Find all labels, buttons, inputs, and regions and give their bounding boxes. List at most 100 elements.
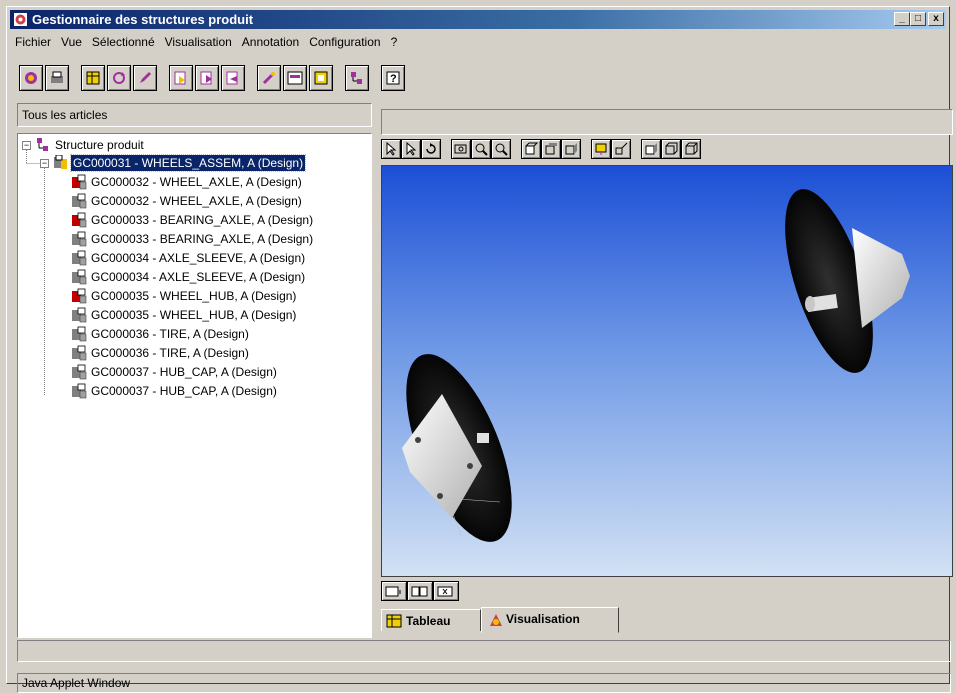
tree-item[interactable]: GC000036 - TIRE, A (Design) [70,326,370,342]
cursor-plus-icon [406,142,417,156]
visualisation-icon [490,614,502,626]
printer-icon [51,71,63,83]
main-toolbar: ? [19,65,939,97]
hidden-line-tool-button[interactable] [681,139,701,159]
wheel-model-render [402,189,910,542]
product-structure-tree[interactable]: − Structure produit − GC000031 - WHEELS_… [17,133,372,638]
tree-item[interactable]: GC000035 - WHEEL_HUB, A (Design) [70,307,370,323]
close-view-icon [437,586,453,597]
structure-tool-button[interactable] [345,65,369,91]
tree-item[interactable]: GC000034 - AXLE_SLEEVE, A (Design) [70,269,370,285]
print-tool-button[interactable] [45,65,69,91]
cube-shaded-icon [645,143,657,155]
wireframe-tool-button[interactable] [661,139,681,159]
edit-tool-button[interactable] [133,65,157,91]
menu-configuration[interactable]: Configuration [304,32,385,52]
menu-visualisation[interactable]: Visualisation [160,32,237,52]
tree-item[interactable]: GC000032 - WHEEL_AXLE, A (Design) [70,193,370,209]
structure-icon [351,72,362,84]
tree-item[interactable]: GC000033 - BEARING_AXLE, A (Design) [70,212,370,228]
svg-text:?: ? [390,73,397,85]
tree-item-label: GC000032 - WHEEL_AXLE, A (Design) [91,175,302,189]
check-in-tool-button[interactable] [169,65,193,91]
tree-item-label: GC000034 - AXLE_SLEEVE, A (Design) [91,251,306,265]
measure-icon [615,142,628,155]
zoom-fit-icon [495,143,508,156]
menu-annotation[interactable]: Annotation [237,32,304,52]
fit-window-button[interactable] [381,581,407,601]
tab-visualisation[interactable]: Visualisation [481,607,619,633]
select-tool-button[interactable] [381,139,401,159]
zoom-tool-button[interactable] [471,139,491,159]
form-icon [287,71,303,85]
maximize-button[interactable]: □ [910,12,926,26]
close-view-button[interactable] [433,581,459,601]
status-bar [17,640,951,662]
refresh-tool-button[interactable] [107,65,131,91]
table-icon [386,614,402,628]
select-add-tool-button[interactable] [401,139,421,159]
3d-viewport[interactable] [381,165,953,577]
wheel-model-right [785,189,910,373]
fit-window-icon [385,586,401,597]
document-out-icon [200,71,212,85]
refresh-icon [113,72,125,84]
tree-item[interactable]: GC000035 - WHEEL_HUB, A (Design) [70,288,370,304]
wand-icon [262,72,275,85]
left-panel: Tous les articles − Structure produit − … [17,103,372,638]
form-tool-button[interactable] [283,65,307,91]
undo-checkout-tool-button[interactable] [221,65,245,91]
measure-tool-button[interactable] [611,139,631,159]
tree-item[interactable]: GC000036 - TIRE, A (Design) [70,345,370,361]
view-tabs: Tableau Visualisation [381,607,953,633]
tree-item-label: GC000037 - HUB_CAP, A (Design) [91,384,277,398]
report-icon [314,71,328,85]
menu-help[interactable]: ? [386,32,403,52]
view-front-tool-button[interactable] [521,139,541,159]
report-tool-button[interactable] [309,65,333,91]
tree-assembly-node[interactable]: GC000031 - WHEELS_ASSEM, A (Design) [52,154,352,172]
help-icon: ? [386,71,400,85]
help-tool-button[interactable]: ? [381,65,405,91]
explode-tool-button[interactable] [591,139,611,159]
tree-item[interactable]: GC000034 - AXLE_SLEEVE, A (Design) [70,250,370,266]
viewer-toolbar [381,139,953,163]
zoom-window-tool-button[interactable] [451,139,471,159]
view-right-tool-button[interactable] [561,139,581,159]
explode-icon [595,143,607,155]
tree-item-label: GC000032 - WHEEL_AXLE, A (Design) [91,194,302,208]
menu-vue[interactable]: Vue [56,32,87,52]
cube-hidden-line-icon [685,142,698,155]
settings-tool-button[interactable] [19,65,43,91]
application-window: Gestionnaire des structures produit _ □ … [6,6,953,693]
rotate-icon [426,143,436,154]
window-title: Gestionnaire des structures produit [32,12,254,27]
shade-tool-button[interactable] [641,139,661,159]
menu-fichier[interactable]: Fichier [10,32,56,52]
wheel-model-left [402,354,512,542]
minimize-button[interactable]: _ [894,12,910,26]
menu-selectionne[interactable]: Sélectionné [87,32,160,52]
tab-tableau[interactable]: Tableau [381,609,481,631]
app-icon [14,13,27,26]
split-window-icon [411,586,428,597]
table-tool-button[interactable] [81,65,105,91]
document-in-icon [174,71,186,85]
view-top-tool-button[interactable] [541,139,561,159]
tab-tableau-label: Tableau [406,614,451,628]
close-button[interactable]: x [928,12,944,26]
info-field [381,109,953,135]
tree-item[interactable]: GC000037 - HUB_CAP, A (Design) [70,364,370,380]
check-out-tool-button[interactable] [195,65,219,91]
tree-item[interactable]: GC000033 - BEARING_AXLE, A (Design) [70,231,370,247]
right-panel: Tableau Visualisation [379,107,953,637]
tab-visualisation-label: Visualisation [506,612,580,626]
wand-tool-button[interactable] [257,65,281,91]
tree-item[interactable]: GC000032 - WHEEL_AXLE, A (Design) [70,174,370,190]
zoom-fit-tool-button[interactable] [491,139,511,159]
tree-item[interactable]: GC000037 - HUB_CAP, A (Design) [70,383,370,399]
rotate-tool-button[interactable] [421,139,441,159]
document-undo-icon [226,71,238,85]
split-window-button[interactable] [407,581,433,601]
tree-root-node[interactable]: Structure produit [34,137,334,153]
